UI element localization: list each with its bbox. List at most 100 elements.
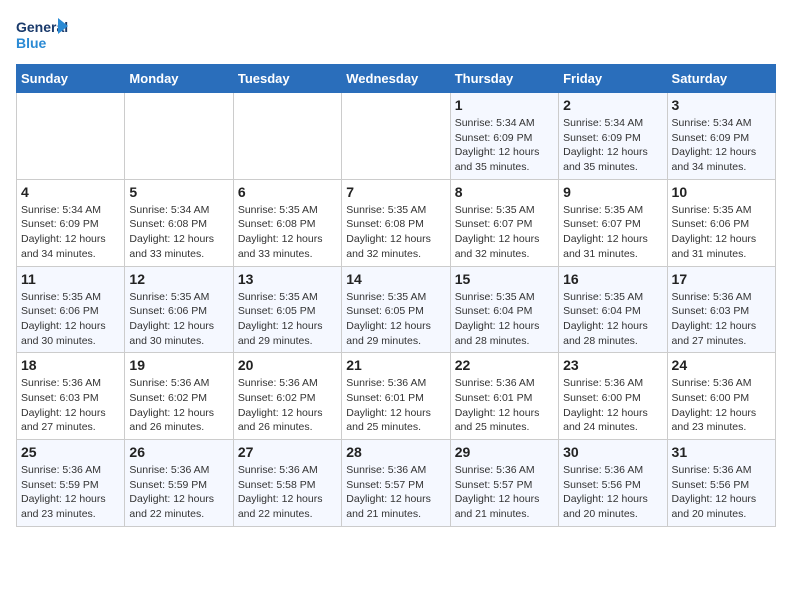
calendar-cell: 10 Sunrise: 5:35 AM Sunset: 6:06 PM Dayli… [667, 179, 775, 266]
cell-info-text: Sunrise: 5:34 AM Sunset: 6:09 PM Dayligh… [563, 116, 662, 175]
calendar-cell: 3 Sunrise: 5:34 AM Sunset: 6:09 PM Daylig… [667, 93, 775, 180]
calendar-cell: 9 Sunrise: 5:35 AM Sunset: 6:07 PM Daylig… [559, 179, 667, 266]
cell-date-number: 10 [672, 184, 771, 200]
cell-date-number: 28 [346, 444, 445, 460]
calendar-day-header: Saturday [667, 65, 775, 93]
calendar-table: SundayMondayTuesdayWednesdayThursdayFrid… [16, 64, 776, 527]
calendar-cell: 4 Sunrise: 5:34 AM Sunset: 6:09 PM Daylig… [17, 179, 125, 266]
calendar-cell: 8 Sunrise: 5:35 AM Sunset: 6:07 PM Daylig… [450, 179, 558, 266]
calendar-cell: 7Sunrise: 5:35 AM Sunset: 6:08 PM Daylig… [342, 179, 450, 266]
cell-date-number: 6 [238, 184, 337, 200]
calendar-cell: 31 Sunrise: 5:36 AM Sunset: 5:56 PM Dayli… [667, 440, 775, 527]
cell-date-number: 2 [563, 97, 662, 113]
calendar-cell: 1 Sunrise: 5:34 AM Sunset: 6:09 PM Daylig… [450, 93, 558, 180]
cell-date-number: 4 [21, 184, 120, 200]
cell-date-number: 24 [672, 357, 771, 373]
calendar-day-header: Wednesday [342, 65, 450, 93]
cell-info-text: Sunrise: 5:34 AM Sunset: 6:09 PM Dayligh… [455, 116, 554, 175]
cell-date-number: 17 [672, 271, 771, 287]
calendar-day-header: Friday [559, 65, 667, 93]
cell-info-text: Sunrise: 5:36 AM Sunset: 6:01 PM Dayligh… [455, 376, 554, 435]
cell-info-text: Sunrise: 5:36 AM Sunset: 6:00 PM Dayligh… [672, 376, 771, 435]
cell-info-text: Sunrise: 5:36 AM Sunset: 5:58 PM Dayligh… [238, 463, 337, 522]
cell-info-text: Sunrise: 5:36 AM Sunset: 5:59 PM Dayligh… [21, 463, 120, 522]
calendar-cell: 6 Sunrise: 5:35 AM Sunset: 6:08 PM Daylig… [233, 179, 341, 266]
calendar-cell: 13 Sunrise: 5:35 AM Sunset: 6:05 PM Dayli… [233, 266, 341, 353]
calendar-cell: 21 Sunrise: 5:36 AM Sunset: 6:01 PM Dayli… [342, 353, 450, 440]
calendar-cell: 17 Sunrise: 5:36 AM Sunset: 6:03 PM Dayli… [667, 266, 775, 353]
calendar-week-row: 18Sunrise: 5:36 AM Sunset: 6:03 PM Dayli… [17, 353, 776, 440]
calendar-cell [342, 93, 450, 180]
cell-info-text: Sunrise: 5:36 AM Sunset: 6:02 PM Dayligh… [238, 376, 337, 435]
calendar-cell: 22 Sunrise: 5:36 AM Sunset: 6:01 PM Dayli… [450, 353, 558, 440]
logo-svg: GeneralBlue [16, 16, 72, 56]
calendar-day-header: Monday [125, 65, 233, 93]
cell-date-number: 30 [563, 444, 662, 460]
cell-date-number: 27 [238, 444, 337, 460]
cell-info-text: Sunrise: 5:36 AM Sunset: 6:01 PM Dayligh… [346, 376, 445, 435]
cell-date-number: 14 [346, 271, 445, 287]
cell-date-number: 26 [129, 444, 228, 460]
logo: GeneralBlue [16, 16, 72, 56]
calendar-cell: 30 Sunrise: 5:36 AM Sunset: 5:56 PM Dayli… [559, 440, 667, 527]
calendar-week-row: 11 Sunrise: 5:35 AM Sunset: 6:06 PM Dayli… [17, 266, 776, 353]
calendar-day-header: Sunday [17, 65, 125, 93]
calendar-day-header: Tuesday [233, 65, 341, 93]
cell-date-number: 29 [455, 444, 554, 460]
cell-date-number: 9 [563, 184, 662, 200]
calendar-cell: 25 Sunrise: 5:36 AM Sunset: 5:59 PM Dayli… [17, 440, 125, 527]
calendar-cell: 26 Sunrise: 5:36 AM Sunset: 5:59 PM Dayli… [125, 440, 233, 527]
calendar-cell: 16 Sunrise: 5:35 AM Sunset: 6:04 PM Dayli… [559, 266, 667, 353]
calendar-cell: 19 Sunrise: 5:36 AM Sunset: 6:02 PM Dayli… [125, 353, 233, 440]
cell-info-text: Sunrise: 5:35 AM Sunset: 6:06 PM Dayligh… [129, 290, 228, 349]
page-header: GeneralBlue [16, 16, 776, 56]
calendar-cell: 28 Sunrise: 5:36 AM Sunset: 5:57 PM Dayli… [342, 440, 450, 527]
calendar-cell [233, 93, 341, 180]
cell-info-text: Sunrise: 5:34 AM Sunset: 6:09 PM Dayligh… [21, 203, 120, 262]
cell-date-number: 11 [21, 271, 120, 287]
cell-info-text: Sunrise: 5:36 AM Sunset: 6:00 PM Dayligh… [563, 376, 662, 435]
cell-info-text: Sunrise: 5:35 AM Sunset: 6:08 PM Dayligh… [238, 203, 337, 262]
cell-info-text: Sunrise: 5:34 AM Sunset: 6:09 PM Dayligh… [672, 116, 771, 175]
cell-date-number: 25 [21, 444, 120, 460]
cell-info-text: Sunrise: 5:35 AM Sunset: 6:06 PM Dayligh… [672, 203, 771, 262]
calendar-cell [17, 93, 125, 180]
cell-date-number: 1 [455, 97, 554, 113]
calendar-cell: 29Sunrise: 5:36 AM Sunset: 5:57 PM Dayli… [450, 440, 558, 527]
cell-date-number: 23 [563, 357, 662, 373]
calendar-cell [125, 93, 233, 180]
cell-info-text: Sunrise: 5:36 AM Sunset: 6:02 PM Dayligh… [129, 376, 228, 435]
cell-info-text: Sunrise: 5:35 AM Sunset: 6:07 PM Dayligh… [563, 203, 662, 262]
cell-info-text: Sunrise: 5:36 AM Sunset: 5:56 PM Dayligh… [563, 463, 662, 522]
cell-info-text: Sunrise: 5:35 AM Sunset: 6:04 PM Dayligh… [563, 290, 662, 349]
calendar-cell: 18Sunrise: 5:36 AM Sunset: 6:03 PM Dayli… [17, 353, 125, 440]
calendar-cell: 27 Sunrise: 5:36 AM Sunset: 5:58 PM Dayli… [233, 440, 341, 527]
calendar-week-row: 4 Sunrise: 5:34 AM Sunset: 6:09 PM Daylig… [17, 179, 776, 266]
calendar-day-header: Thursday [450, 65, 558, 93]
calendar-cell: 5 Sunrise: 5:34 AM Sunset: 6:08 PM Daylig… [125, 179, 233, 266]
calendar-cell: 23 Sunrise: 5:36 AM Sunset: 6:00 PM Dayli… [559, 353, 667, 440]
calendar-header-row: SundayMondayTuesdayWednesdayThursdayFrid… [17, 65, 776, 93]
cell-info-text: Sunrise: 5:36 AM Sunset: 6:03 PM Dayligh… [672, 290, 771, 349]
cell-date-number: 8 [455, 184, 554, 200]
calendar-week-row: 25 Sunrise: 5:36 AM Sunset: 5:59 PM Dayli… [17, 440, 776, 527]
calendar-cell: 11Sunrise: 5:35 AM Sunset: 6:06 PM Dayli… [17, 266, 125, 353]
cell-date-number: 19 [129, 357, 228, 373]
cell-date-number: 13 [238, 271, 337, 287]
cell-date-number: 5 [129, 184, 228, 200]
cell-info-text: Sunrise: 5:35 AM Sunset: 6:07 PM Dayligh… [455, 203, 554, 262]
cell-date-number: 15 [455, 271, 554, 287]
cell-info-text: Sunrise: 5:36 AM Sunset: 5:59 PM Dayligh… [129, 463, 228, 522]
cell-date-number: 21 [346, 357, 445, 373]
cell-info-text: Sunrise: 5:34 AM Sunset: 6:08 PM Dayligh… [129, 203, 228, 262]
cell-date-number: 20 [238, 357, 337, 373]
cell-date-number: 31 [672, 444, 771, 460]
cell-date-number: 16 [563, 271, 662, 287]
cell-date-number: 12 [129, 271, 228, 287]
cell-date-number: 3 [672, 97, 771, 113]
cell-info-text: Sunrise: 5:35 AM Sunset: 6:05 PM Dayligh… [238, 290, 337, 349]
calendar-week-row: 1 Sunrise: 5:34 AM Sunset: 6:09 PM Daylig… [17, 93, 776, 180]
cell-info-text: Sunrise: 5:36 AM Sunset: 5:57 PM Dayligh… [346, 463, 445, 522]
cell-date-number: 22 [455, 357, 554, 373]
cell-info-text: Sunrise: 5:36 AM Sunset: 5:56 PM Dayligh… [672, 463, 771, 522]
